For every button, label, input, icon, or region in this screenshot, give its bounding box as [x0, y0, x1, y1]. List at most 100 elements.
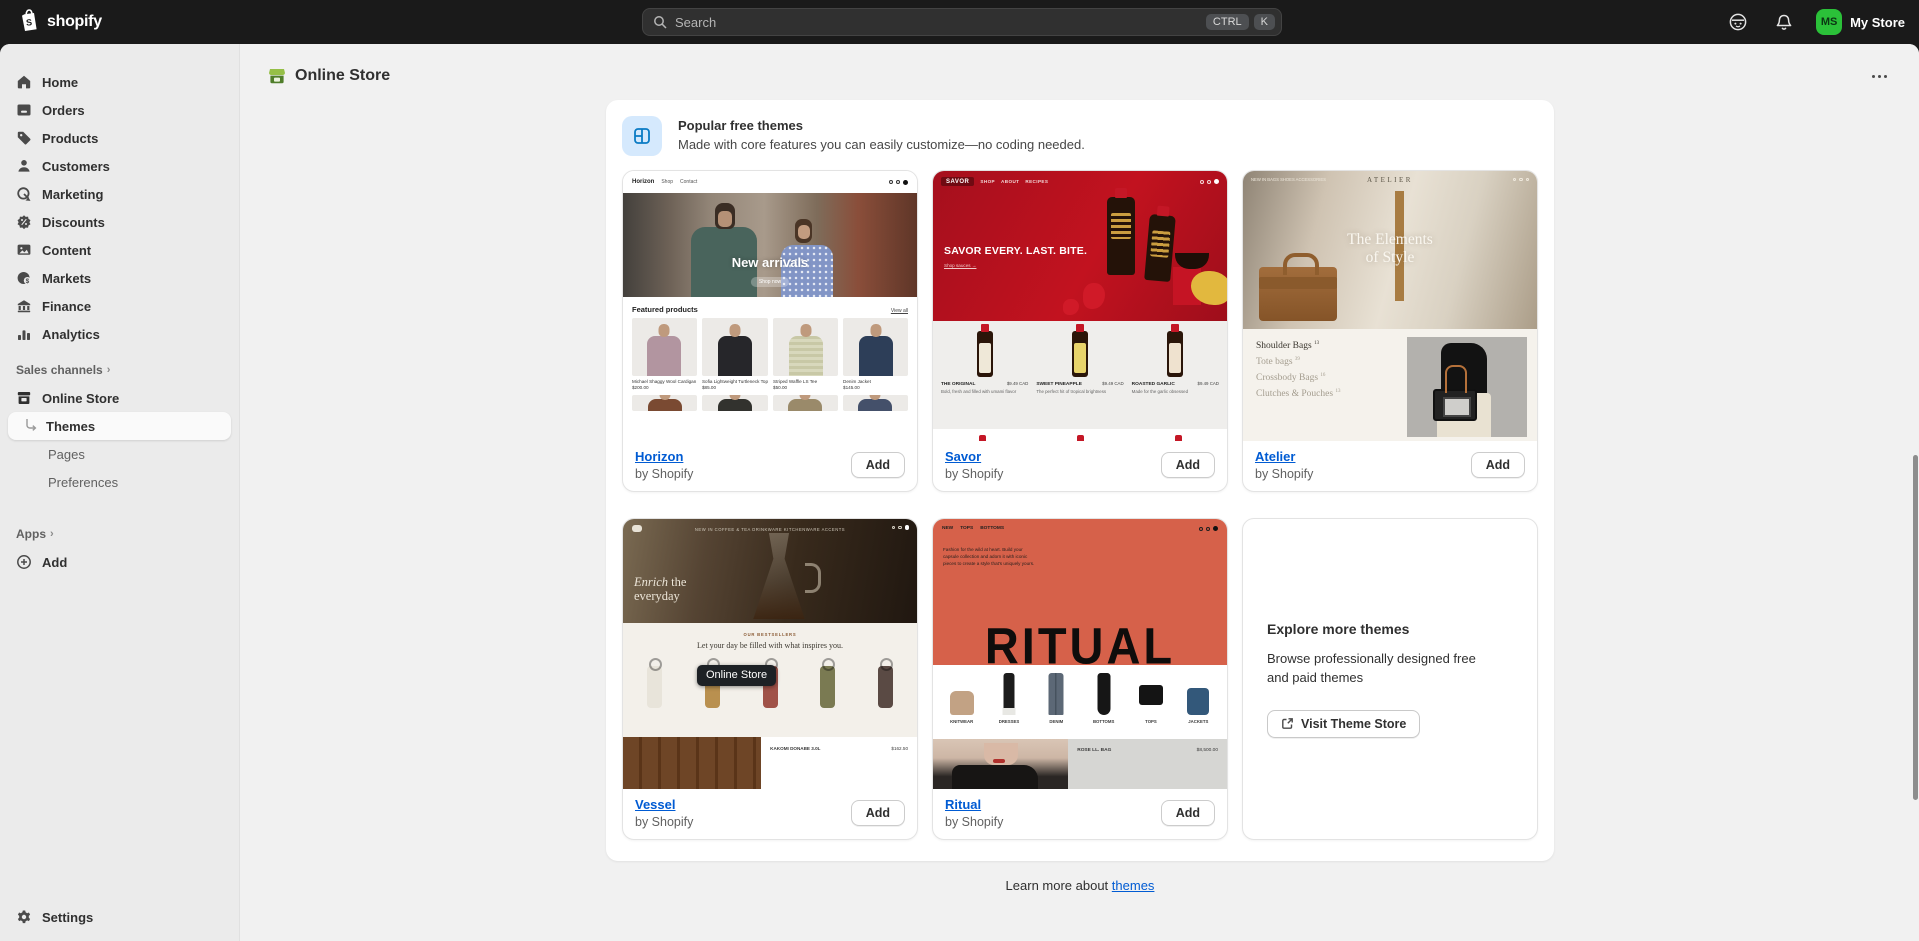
preview-nav-item: RECIPES — [1025, 179, 1048, 184]
preview-brand: ATELIER — [1243, 176, 1537, 184]
sidebar-item-add-app[interactable]: Add — [8, 548, 231, 576]
add-theme-button[interactable]: Add — [1161, 452, 1215, 478]
sidebar-item-markets[interactable]: $ Markets — [8, 264, 231, 292]
vertical-scrollbar[interactable] — [1913, 455, 1918, 800]
theme-name-link[interactable]: Savor — [945, 449, 1003, 464]
home-icon — [16, 74, 32, 90]
apps-header[interactable]: Apps › — [8, 520, 231, 548]
theme-name-link[interactable]: Ritual — [945, 797, 1003, 812]
theme-preview-atelier[interactable]: NEW IN BAGS SHOES ACCESSORIES ATELIER Th… — [1243, 171, 1537, 441]
search-input[interactable] — [675, 15, 1201, 30]
preview-hero-image: NEW TOPS BOTTOMS Fashion for the wild at… — [933, 519, 1227, 665]
theme-name-link[interactable]: Atelier — [1255, 449, 1313, 464]
sidebar-item-orders[interactable]: Orders — [8, 96, 231, 124]
app-frame: Home Orders Products Customers Marketing… — [0, 44, 1919, 941]
notifications-bell-icon[interactable] — [1770, 8, 1798, 36]
sidebar-item-label: Pages — [48, 447, 85, 462]
preview-category: TOPS — [1130, 719, 1171, 724]
sidebar-item-settings[interactable]: Settings — [8, 903, 231, 931]
preview-header-icons — [889, 180, 908, 185]
sidekick-icon[interactable] — [1724, 8, 1752, 36]
sidebar-item-label: Settings — [42, 910, 93, 925]
preview-hero-title: RITUAL — [933, 616, 1227, 665]
preview-category: DENIM — [1036, 719, 1077, 724]
theme-card-footer: Ritual by Shopify Add — [933, 789, 1227, 839]
preview-header-icons — [1200, 179, 1219, 184]
bar-chart-icon — [16, 326, 32, 342]
sidebar-item-products[interactable]: Products — [8, 124, 231, 152]
media-icon — [16, 242, 32, 258]
themes-grid: Horizon Shop Contact — [606, 170, 1554, 840]
sidebar-item-finance[interactable]: Finance — [8, 292, 231, 320]
add-theme-button[interactable]: Add — [851, 452, 905, 478]
preview-products-row2 — [623, 390, 917, 411]
theme-preview-ritual[interactable]: NEW TOPS BOTTOMS Fashion for the wild at… — [933, 519, 1227, 789]
theme-name-link[interactable]: Vessel — [635, 797, 693, 812]
preview-nav-item: SHOP — [980, 179, 995, 184]
preview-product-name: Denim Jacket — [843, 379, 908, 384]
preview-product-name: Michael Shaggy Wool Cardigan — [632, 379, 697, 384]
globe-icon: $ — [16, 270, 32, 286]
preview-category-list: Shoulder Bags 13 Tote bags 39 Crossbody … — [1243, 329, 1537, 441]
person-icon — [16, 158, 32, 174]
preview-hero-title: Enrich the everyday — [634, 575, 686, 603]
target-icon — [16, 186, 32, 202]
preview-product-price: $9.49 CAD — [1198, 381, 1219, 386]
sidebar-item-home[interactable]: Home — [8, 68, 231, 96]
preview-hero-title: New arrivals — [623, 255, 917, 270]
shortcut-ctrl-key: CTRL — [1206, 14, 1249, 30]
footer-themes-link[interactable]: themes — [1112, 878, 1155, 893]
tag-icon — [16, 130, 32, 146]
global-search[interactable]: CTRL K — [642, 8, 1282, 36]
add-theme-button[interactable]: Add — [851, 800, 905, 826]
preview-product-price: $162.50 — [891, 746, 908, 751]
online-store-green-icon — [267, 66, 287, 86]
theme-name-link[interactable]: Horizon — [635, 449, 693, 464]
sidebar-item-label: Marketing — [42, 187, 103, 202]
theme-card-atelier: NEW IN BAGS SHOES ACCESSORIES ATELIER Th… — [1242, 170, 1538, 492]
visit-theme-store-label: Visit Theme Store — [1301, 717, 1406, 731]
preview-product-name: Striped Waffle LS Tee — [773, 379, 838, 384]
sidebar-item-discounts[interactable]: Discounts — [8, 208, 231, 236]
theme-preview-vessel[interactable]: NEW IN COFFEE & TEA DRINKWARE KITCHENWAR… — [623, 519, 917, 789]
sidebar-item-label: Products — [42, 131, 98, 146]
sidebar-item-analytics[interactable]: Analytics — [8, 320, 231, 348]
preview-products: THE ORIGINAL$9.49 CAD Bold, fresh and fi… — [933, 321, 1227, 429]
theme-card-vessel: NEW IN COFFEE & TEA DRINKWARE KITCHENWAR… — [622, 518, 918, 840]
preview-intro-text: Fashion for the wild at heart. Build you… — [943, 546, 1039, 567]
preview-brand: SAVOR — [941, 177, 974, 186]
preview-category: Shoulder Bags — [1256, 341, 1312, 351]
more-actions-button[interactable] — [1866, 69, 1893, 84]
sidebar-item-preferences[interactable]: Preferences — [8, 468, 231, 496]
sales-channels-header[interactable]: Sales channels › — [8, 356, 231, 384]
preview-products: Michael Shaggy Wool Cardigan $200.00 Sof… — [623, 318, 917, 390]
preview-nav-item: TOPS — [960, 526, 973, 531]
sidebar-item-pages[interactable]: Pages — [8, 440, 231, 468]
sidebar-item-online-store[interactable]: Online Store — [8, 384, 231, 412]
theme-preview-horizon[interactable]: Horizon Shop Contact — [623, 171, 917, 441]
storefront-icon — [16, 390, 32, 406]
sidebar-item-themes[interactable]: Themes — [8, 412, 231, 440]
sidebar-item-customers[interactable]: Customers — [8, 152, 231, 180]
sidebar-item-content[interactable]: Content — [8, 236, 231, 264]
store-menu[interactable]: MS My Store — [1816, 9, 1905, 35]
add-theme-button[interactable]: Add — [1161, 800, 1215, 826]
chevron-right-icon: › — [50, 528, 54, 540]
sidebar-item-marketing[interactable]: Marketing — [8, 180, 231, 208]
preview-nav-item: BOTTOMS — [980, 526, 1004, 531]
add-theme-button[interactable]: Add — [1471, 452, 1525, 478]
popular-themes-banner: Popular free themes Made with core featu… — [606, 100, 1554, 170]
preview-nav-item: Shop — [661, 179, 673, 185]
preview-product-price: $200.00 — [632, 385, 697, 390]
shopify-logo[interactable]: S shopify — [0, 8, 102, 37]
theme-preview-savor[interactable]: SAVOR SHOP ABOUT RECIPES — [933, 171, 1227, 441]
preview-product-desc: Made for the garlic obsessed — [1132, 389, 1219, 394]
preview-categories: KNITWEAR DRESSES DENIM BOTTOMS TOPS JACK… — [933, 665, 1227, 739]
gear-icon — [16, 909, 32, 925]
preview-category: JACKETS — [1178, 719, 1219, 724]
banner-subtitle: Made with core features you can easily c… — [678, 137, 1085, 152]
discount-icon — [16, 214, 32, 230]
sidebar-item-label: Home — [42, 75, 78, 90]
preview-product-name: Sofia Lightweight Turtleneck Top — [702, 379, 768, 384]
visit-theme-store-button[interactable]: Visit Theme Store — [1267, 710, 1420, 738]
